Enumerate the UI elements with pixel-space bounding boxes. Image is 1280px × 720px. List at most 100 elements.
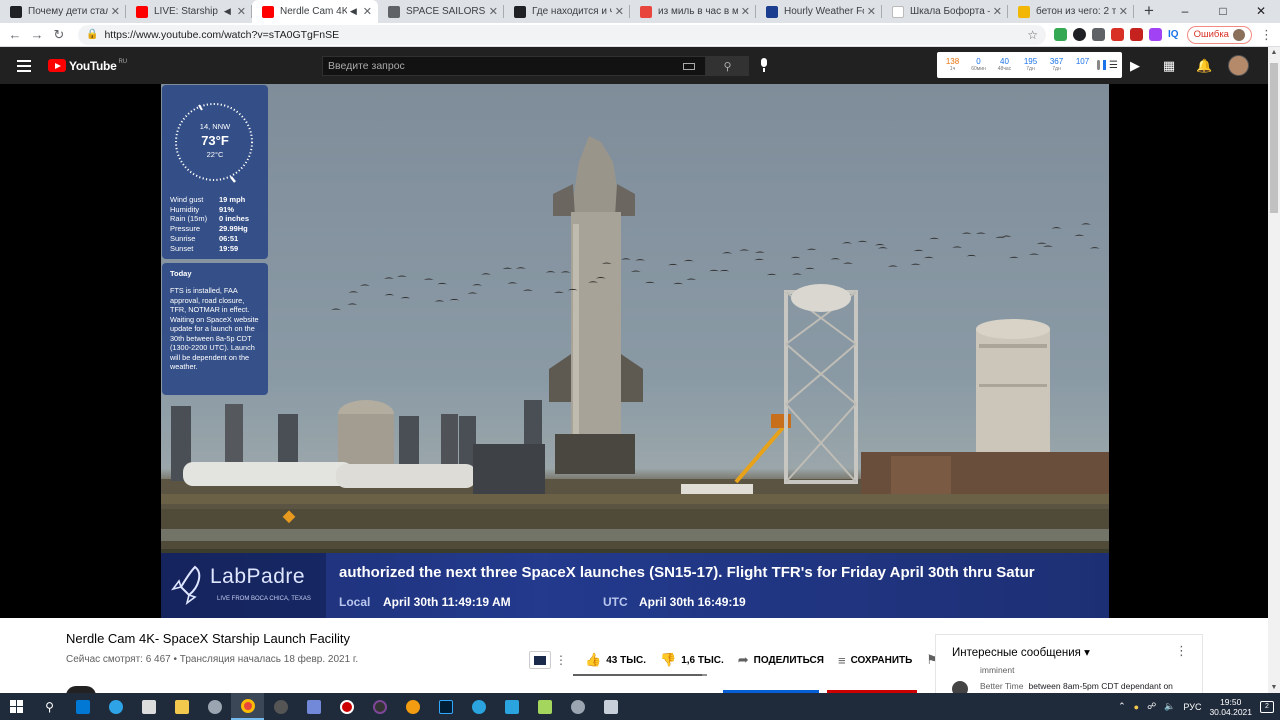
tab-close-icon[interactable]: ✕	[489, 5, 498, 18]
tab-close-icon[interactable]: ✕	[237, 5, 246, 18]
create-video-icon[interactable]: ▶	[1128, 58, 1142, 74]
tab-close-icon[interactable]: ✕	[993, 5, 1002, 18]
notification-center-icon[interactable]: 2	[1260, 700, 1274, 713]
video-frame[interactable]	[161, 84, 1109, 618]
browser-tab[interactable]: Шкала Бофорта — Вики✕	[882, 0, 1008, 23]
tab-close-icon[interactable]: ✕	[363, 5, 372, 18]
record-icon[interactable]	[330, 693, 363, 720]
app-icon[interactable]	[264, 693, 297, 720]
browser-tab[interactable]: бетон из чего: 2 тыс ил✕	[1008, 0, 1134, 23]
network-icon[interactable]: ●	[1134, 702, 1139, 712]
close-window-icon[interactable]: ✕	[1242, 0, 1280, 23]
browser-tab[interactable]: Почему дети стали агр✕	[0, 0, 126, 23]
volume-icon[interactable]: 🔈	[1164, 701, 1175, 712]
profile-status: Ошибка	[1193, 29, 1229, 40]
extension-icon[interactable]	[1092, 28, 1105, 41]
chip-menu-icon[interactable]: ⋮	[555, 653, 567, 667]
browser-tab[interactable]: из миль в час в метры✕	[630, 0, 756, 23]
tab-close-icon[interactable]: ✕	[741, 5, 750, 18]
edge-icon[interactable]	[99, 693, 132, 720]
video-player[interactable]: 14, NNW 73°F 22°C Wind gust 19 mph Humidit…	[0, 84, 1268, 618]
tab-title: Hourly Weather Foreca	[784, 6, 864, 17]
browser-tab[interactable]: Nerdle Cam 4K- Sp◀ ✕	[252, 0, 378, 23]
telegram-icon[interactable]	[462, 693, 495, 720]
tab-close-icon[interactable]: ✕	[867, 5, 876, 18]
back-icon[interactable]: ←	[4, 27, 26, 42]
extension-icon[interactable]	[1054, 28, 1067, 41]
address-bar[interactable]: 🔒 https://www.youtube.com/watch?v=sTA0GT…	[78, 24, 1046, 45]
file-explorer-icon[interactable]	[165, 693, 198, 720]
keyboard-icon[interactable]	[683, 62, 695, 70]
video-title: Nerdle Cam 4K- SpaceX Starship Launch Fa…	[66, 631, 350, 646]
scrollbar-thumb[interactable]	[1270, 63, 1278, 213]
forward-icon[interactable]: →	[26, 27, 48, 42]
scroll-down-icon[interactable]: ▼	[1268, 684, 1280, 691]
chat-author[interactable]: Better Time	[980, 681, 1023, 691]
tab-close-icon[interactable]: ✕	[111, 5, 120, 18]
browser-tab[interactable]: Hourly Weather Foreca✕	[756, 0, 882, 23]
search-button[interactable]: ⚲	[706, 56, 749, 76]
language-indicator[interactable]: РУС	[1183, 702, 1201, 712]
chat-menu-icon[interactable]: ⋮	[1175, 643, 1188, 659]
tab-audio-icon[interactable]: ◀	[224, 6, 231, 17]
store-icon[interactable]	[132, 693, 165, 720]
start-button[interactable]	[0, 693, 33, 720]
menu-icon[interactable]	[17, 59, 31, 72]
app-icon[interactable]	[198, 693, 231, 720]
tab-close-icon[interactable]: ✕	[1119, 5, 1128, 18]
extension-icon[interactable]	[1149, 28, 1162, 41]
extension-icon[interactable]	[1073, 28, 1086, 41]
search-input[interactable]	[323, 60, 683, 72]
tab-close-icon[interactable]: ✕	[615, 5, 624, 18]
maximize-icon[interactable]: □	[1204, 0, 1242, 23]
app-icon[interactable]	[561, 693, 594, 720]
scroll-up-icon[interactable]: ▲	[1268, 49, 1280, 56]
browser-tab[interactable]: Где находится и что из✕	[504, 0, 630, 23]
bookmark-star-icon[interactable]: ☆	[1027, 28, 1038, 42]
new-tab-button[interactable]: +	[1134, 0, 1164, 23]
usb-icon[interactable]: ☍	[1147, 701, 1156, 712]
youtube-logo[interactable]: YouTube RU	[48, 59, 127, 73]
bird	[975, 232, 986, 234]
stats-widget[interactable]: 138 1ч 0 60мин 40 48час 195 7дн 367 7дн 107 ☰	[937, 52, 1122, 78]
photoshop-icon[interactable]	[429, 693, 462, 720]
pinwheel-icon[interactable]	[396, 693, 429, 720]
dislike-button[interactable]: 👎 1,6 ТЫС.	[660, 652, 724, 668]
extension-icon[interactable]	[1130, 28, 1143, 41]
mic-icon[interactable]	[758, 58, 770, 74]
browser-tab[interactable]: SPACE SAILORS (Space✕	[378, 0, 504, 23]
like-button[interactable]: 👍 43 ТЫС.	[585, 652, 646, 668]
tor-icon[interactable]	[363, 693, 396, 720]
minimize-icon[interactable]: –	[1166, 0, 1204, 23]
profile-error-button[interactable]: Ошибка	[1186, 25, 1252, 44]
lock-icon: 🔒	[86, 29, 99, 40]
search-taskbar-icon[interactable]: ⚲	[33, 693, 66, 720]
tab-audio-icon[interactable]: ◀	[350, 6, 357, 17]
extension-chip[interactable]	[529, 651, 551, 669]
account-avatar[interactable]	[1228, 55, 1249, 76]
clock[interactable]: 19:50 30.04.2021	[1209, 697, 1252, 717]
chat-header-label: Интересные сообщения	[952, 647, 1081, 659]
app-icon[interactable]	[594, 693, 627, 720]
extension-icon[interactable]	[1111, 28, 1124, 41]
apps-grid-icon[interactable]: ▦	[1162, 58, 1176, 74]
notepad-icon[interactable]	[528, 693, 561, 720]
mail-icon[interactable]	[66, 693, 99, 720]
page-scrollbar[interactable]: ▲ ▼	[1268, 47, 1280, 693]
share-button[interactable]: ➦ ПОДЕЛИТЬСЯ	[738, 652, 824, 668]
browser-menu-icon[interactable]: ⋮	[1260, 27, 1273, 43]
browser-tab[interactable]: LIVE: Starship SN15◀ ✕	[126, 0, 252, 23]
search-box	[322, 56, 706, 76]
url-text[interactable]: https://www.youtube.com/watch?v=sTA0GTgF…	[104, 29, 1027, 41]
chat-header[interactable]: Интересные сообщения ▾	[952, 645, 1090, 659]
tab-list: Почему дети стали агр✕LIVE: Starship SN1…	[0, 0, 1134, 23]
telegram-icon[interactable]	[495, 693, 528, 720]
tray-arrow-icon[interactable]: ⌃	[1118, 701, 1126, 712]
save-button[interactable]: ≡ СОХРАНИТЬ	[838, 653, 912, 668]
iq-extension-icon[interactable]: IQ	[1168, 29, 1179, 40]
notifications-bell-icon[interactable]: 🔔	[1196, 58, 1212, 74]
discord-icon[interactable]	[297, 693, 330, 720]
reload-icon[interactable]: ↻	[48, 27, 70, 43]
chrome-icon[interactable]	[231, 693, 264, 720]
windows-logo-icon	[10, 700, 23, 713]
